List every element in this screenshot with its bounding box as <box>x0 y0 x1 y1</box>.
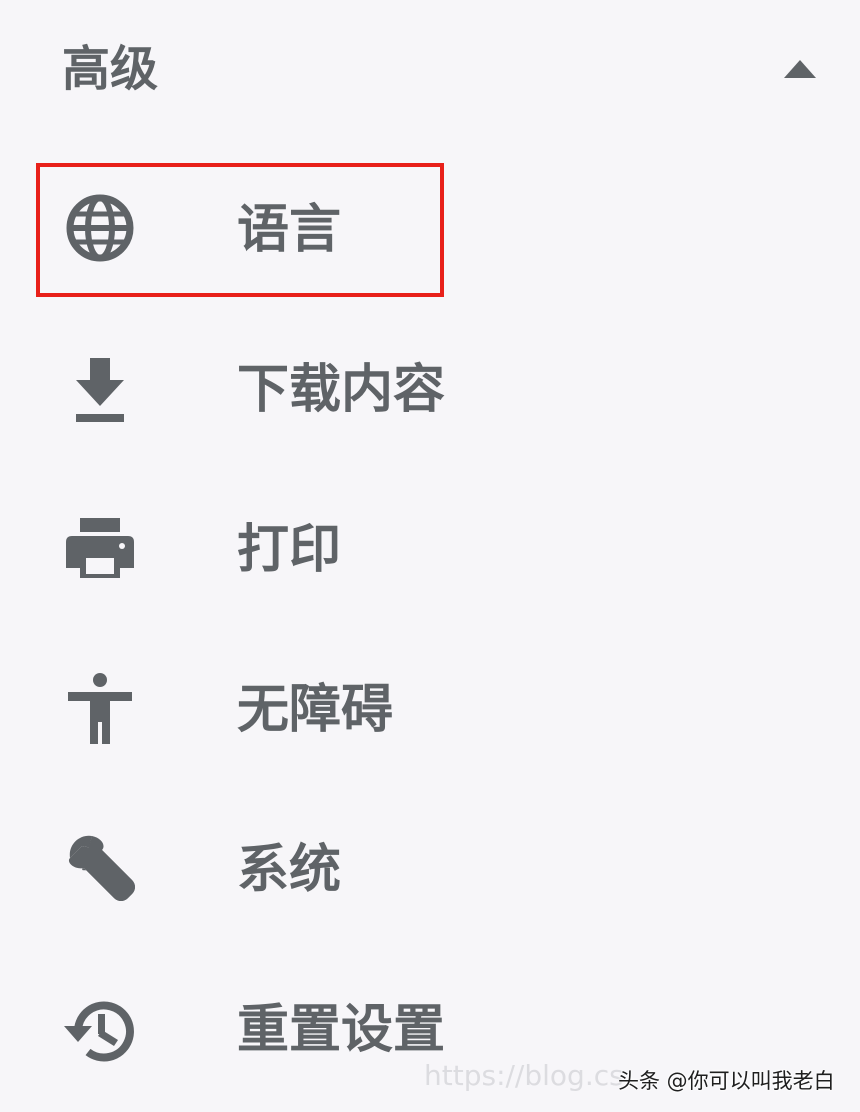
menu-item-downloads[interactable]: 下载内容 <box>0 320 860 460</box>
menu-item-label: 打印 <box>237 520 342 580</box>
printer-icon <box>62 512 138 588</box>
watermark-author: 头条 @你可以叫我老白 <box>618 1069 835 1093</box>
menu-item-print[interactable]: 打印 <box>0 480 860 620</box>
menu-item-label: 重置设置 <box>237 1000 446 1060</box>
accessibility-icon <box>62 672 138 748</box>
wrench-icon <box>62 832 138 908</box>
advanced-section-header[interactable]: 高级 <box>0 0 860 140</box>
globe-icon <box>62 190 138 266</box>
menu-item-label: 无障碍 <box>237 680 394 740</box>
history-icon <box>62 992 138 1068</box>
menu-item-accessibility[interactable]: 无障碍 <box>0 640 860 780</box>
section-title: 高级 <box>62 41 159 97</box>
menu-item-language[interactable]: 语言 <box>0 160 860 300</box>
menu-item-label: 系统 <box>237 840 342 900</box>
download-icon <box>62 352 138 428</box>
triangle-up-icon[interactable] <box>782 58 818 80</box>
menu-item-system[interactable]: 系统 <box>0 800 860 940</box>
watermark-url: https://blog.cs <box>424 1059 624 1092</box>
menu-item-label: 语言 <box>237 200 342 260</box>
menu-item-label: 下载内容 <box>237 360 446 420</box>
